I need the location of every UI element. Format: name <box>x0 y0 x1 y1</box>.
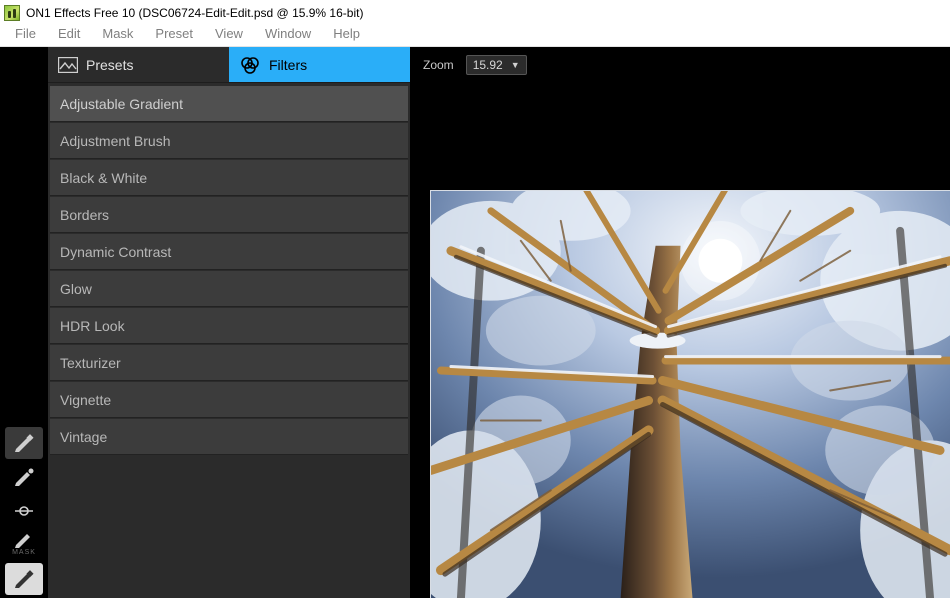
presets-icon <box>58 57 78 73</box>
filter-item[interactable]: Vignette <box>50 381 408 418</box>
filter-list: Adjustable Gradient Adjustment Brush Bla… <box>48 83 410 457</box>
zoom-value: 15.92 <box>473 58 503 72</box>
window-title: ON1 Effects Free 10 (DSC06724-Edit-Edit.… <box>26 6 363 20</box>
zoom-label: Zoom <box>423 58 454 72</box>
tab-bar: Presets Filters <box>48 47 410 83</box>
tool-column: MASK <box>0 47 48 598</box>
side-panel: Presets Filters Adjustable Gradient Adju… <box>48 47 411 598</box>
menu-preset[interactable]: Preset <box>144 24 204 43</box>
tool-mask[interactable]: MASK <box>5 529 43 561</box>
title-bar: ON1 Effects Free 10 (DSC06724-Edit-Edit.… <box>0 0 950 23</box>
zoom-select[interactable]: 15.92 ▼ <box>466 55 527 75</box>
filter-label: Borders <box>60 207 109 223</box>
filter-item[interactable]: Adjustment Brush <box>50 122 408 159</box>
filter-label: HDR Look <box>60 318 125 334</box>
tab-presets-label: Presets <box>86 57 133 73</box>
menu-view[interactable]: View <box>204 24 254 43</box>
canvas-area: Zoom 15.92 ▼ <box>411 47 950 598</box>
tool-gradient[interactable] <box>5 495 43 527</box>
filter-item[interactable]: Texturizer <box>50 344 408 381</box>
app-icon <box>4 5 20 21</box>
menu-edit[interactable]: Edit <box>47 24 91 43</box>
filter-item[interactable]: Dynamic Contrast <box>50 233 408 270</box>
chevron-down-icon: ▼ <box>511 60 520 70</box>
viewport[interactable] <box>411 83 950 598</box>
filter-label: Vignette <box>60 392 111 408</box>
filter-label: Texturizer <box>60 355 121 371</box>
image-preview <box>430 190 950 598</box>
filter-label: Vintage <box>60 429 107 445</box>
tool-brush-active[interactable] <box>5 563 43 595</box>
menu-file[interactable]: File <box>4 24 47 43</box>
filter-item[interactable]: Adjustable Gradient <box>50 85 408 122</box>
tool-brush-1[interactable] <box>5 427 43 459</box>
workspace: MASK Presets Filters Adjustable Gradient <box>0 47 950 598</box>
tool-mask-label: MASK <box>12 549 36 556</box>
menu-window[interactable]: Window <box>254 24 322 43</box>
filter-label: Adjustment Brush <box>60 133 171 149</box>
filter-item[interactable]: Borders <box>50 196 408 233</box>
filter-label: Adjustable Gradient <box>60 96 183 112</box>
filter-label: Dynamic Contrast <box>60 244 171 260</box>
menu-mask[interactable]: Mask <box>91 24 144 43</box>
filter-item[interactable]: Vintage <box>50 418 408 455</box>
filter-item[interactable]: Black & White <box>50 159 408 196</box>
tab-filters-label: Filters <box>269 57 307 73</box>
tab-filters[interactable]: Filters <box>229 47 410 82</box>
filter-label: Glow <box>60 281 92 297</box>
tab-presets[interactable]: Presets <box>48 47 229 82</box>
filter-label: Black & White <box>60 170 147 186</box>
menu-help[interactable]: Help <box>322 24 371 43</box>
menu-bar: File Edit Mask Preset View Window Help <box>0 23 950 47</box>
filter-item[interactable]: HDR Look <box>50 307 408 344</box>
filter-item[interactable]: Glow <box>50 270 408 307</box>
zoom-bar: Zoom 15.92 ▼ <box>411 47 950 83</box>
tool-brush-2[interactable] <box>5 461 43 493</box>
filters-icon <box>239 56 261 74</box>
